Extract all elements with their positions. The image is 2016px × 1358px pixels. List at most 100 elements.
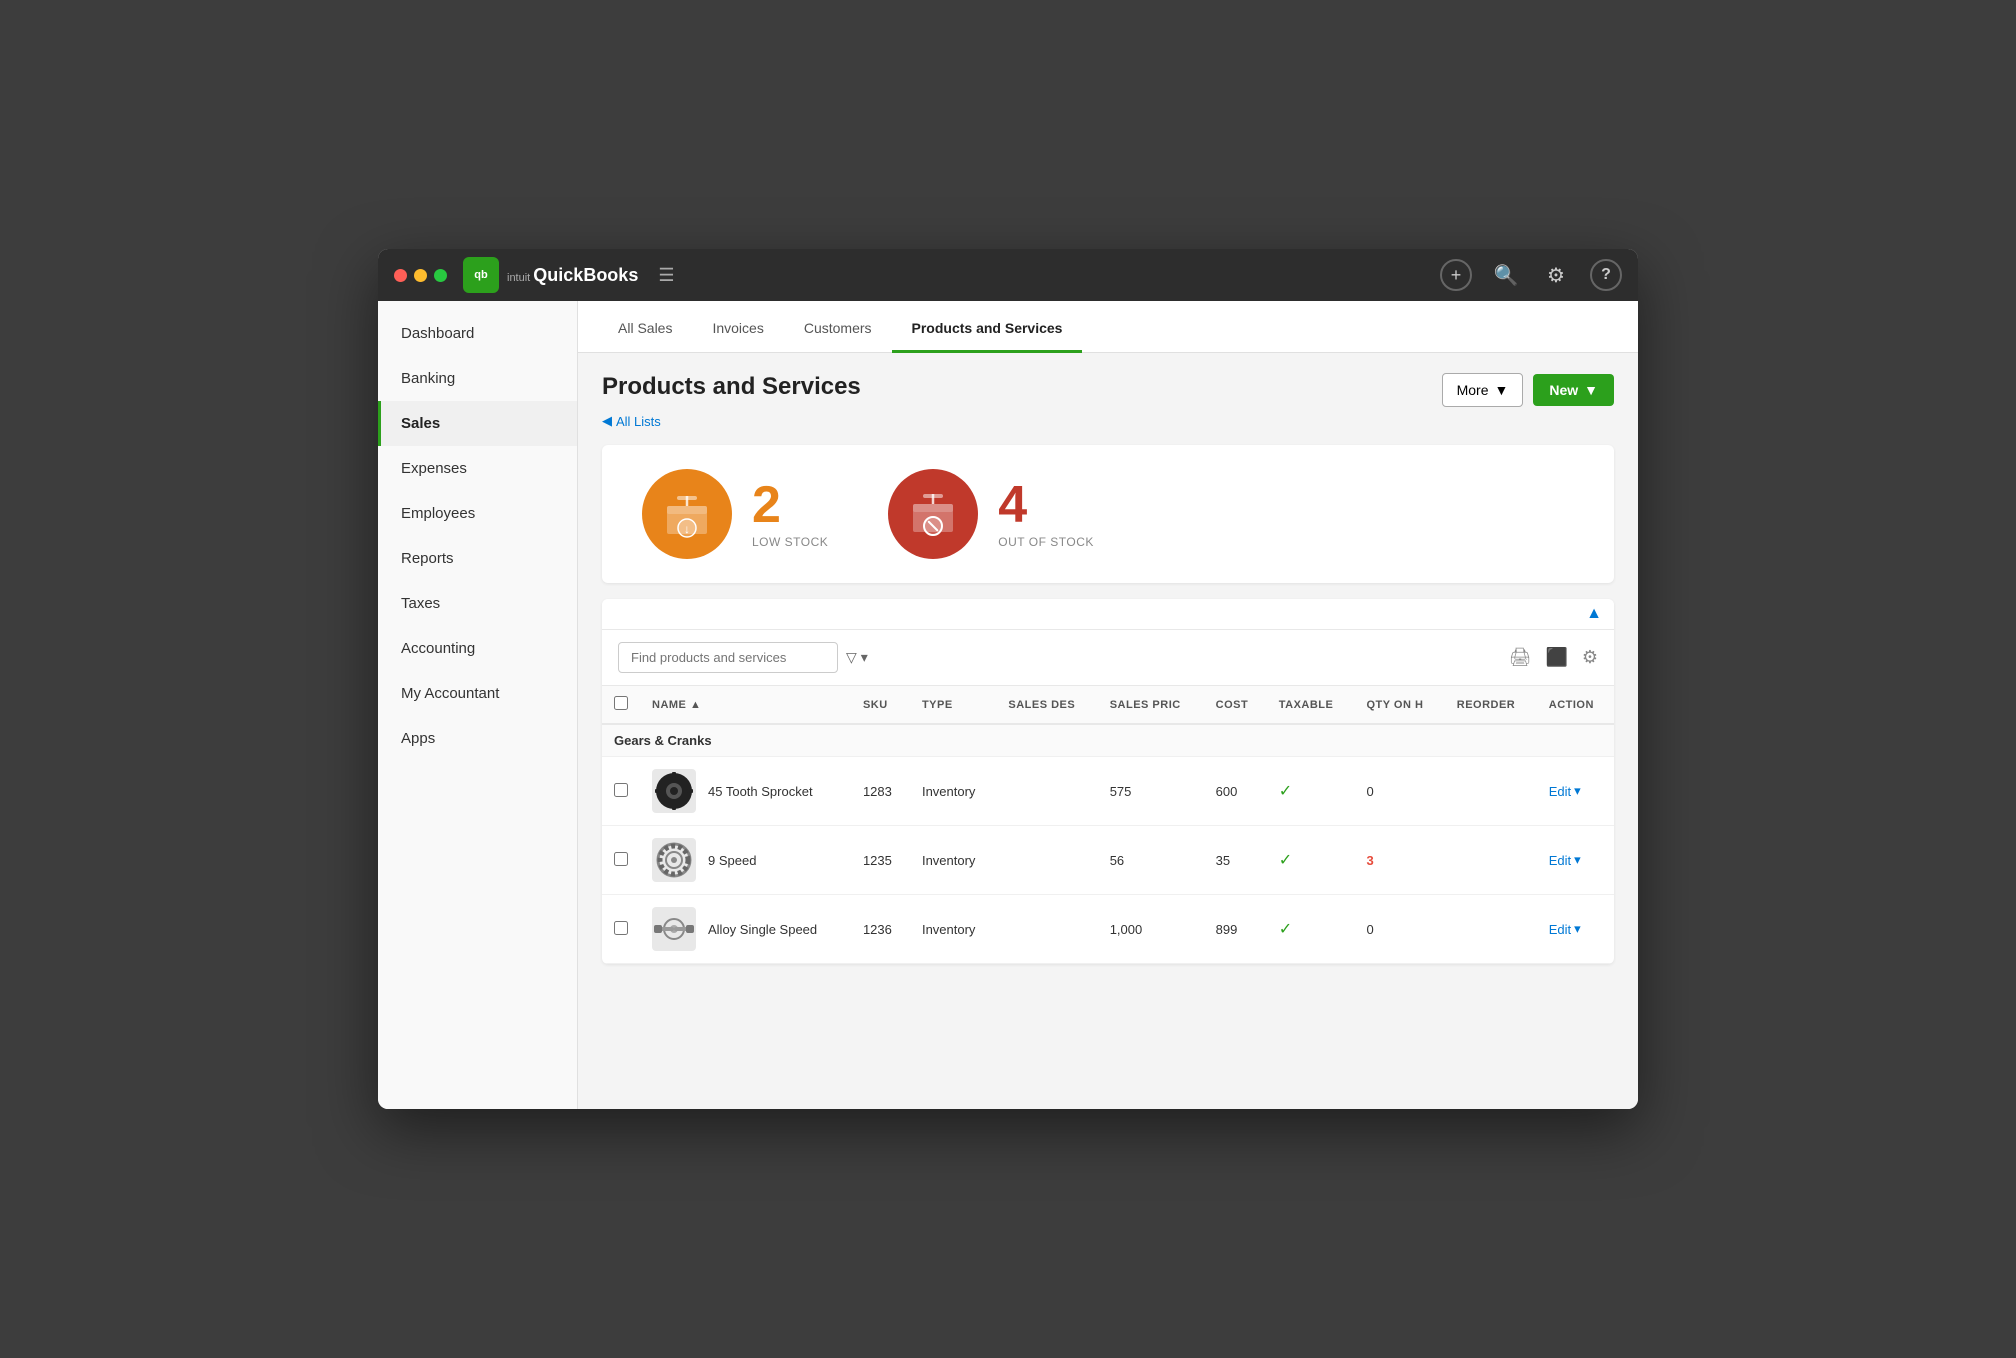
header-actions: More ▼ New ▼: [1442, 373, 1614, 407]
col-type[interactable]: TYPE: [910, 686, 996, 724]
print-icon[interactable]: 🖨: [1509, 647, 1532, 668]
reorder-cell: [1445, 895, 1537, 964]
sidebar-item-reports[interactable]: Reports: [378, 536, 577, 581]
group-name: Gears & Cranks: [602, 724, 1614, 757]
table-toolbar-left: ▽ ▾: [618, 642, 868, 673]
sidebar-item-apps[interactable]: Apps: [378, 716, 577, 761]
filter-dropdown-icon: ▾: [861, 649, 868, 666]
tab-products-and-services[interactable]: Products and Services: [892, 306, 1083, 353]
sku-cell: 1235: [851, 826, 910, 895]
sales-desc-cell: [996, 826, 1097, 895]
export-icon[interactable]: ⬛: [1545, 647, 1567, 668]
sales-price-cell: 1,000: [1098, 895, 1204, 964]
page-title: Products and Services: [602, 373, 861, 401]
edit-dropdown-icon: ▾: [1574, 921, 1581, 937]
select-all-header: [602, 686, 640, 724]
table-row: 9 Speed 1235 Inventory 56 35 ✓: [602, 826, 1614, 895]
traffic-lights: [394, 269, 447, 282]
qty-cell: 0: [1354, 895, 1444, 964]
stat-card-out-of-stock[interactable]: 4 OUT OF STOCK: [888, 469, 1094, 559]
tab-all-sales[interactable]: All Sales: [598, 306, 692, 353]
col-taxable[interactable]: TAXABLE: [1267, 686, 1355, 724]
sidebar-item-banking[interactable]: Banking: [378, 356, 577, 401]
stat-card-low-stock[interactable]: ↓ 2 LOW STOCK: [642, 469, 828, 559]
low-stock-svg: ↓: [659, 486, 715, 542]
help-icon[interactable]: ?: [1590, 259, 1622, 291]
low-stock-info: 2 LOW STOCK: [752, 479, 828, 549]
table-toolbar: ▽ ▾ 🖨 ⬛ ⚙: [602, 630, 1614, 686]
taxable-check: ✓: [1279, 852, 1292, 869]
select-all-checkbox[interactable]: [614, 696, 628, 710]
col-reorder[interactable]: REORDER: [1445, 686, 1537, 724]
logo-area: qb intuit QuickBooks ☰: [463, 257, 1440, 293]
edit-button[interactable]: Edit ▾: [1549, 783, 1602, 799]
page-header: Products and Services More ▼ New ▼: [602, 373, 1614, 407]
taxable-cell: ✓: [1267, 895, 1355, 964]
low-stock-icon: ↓: [642, 469, 732, 559]
page-content-area: Products and Services More ▼ New ▼: [578, 353, 1638, 1109]
more-dropdown-icon: ▼: [1494, 382, 1508, 398]
settings-icon[interactable]: ⚙: [1540, 259, 1572, 291]
sidebar-item-accounting[interactable]: Accounting: [378, 626, 577, 671]
sidebar-item-dashboard[interactable]: Dashboard: [378, 311, 577, 356]
sales-price-cell: 575: [1098, 757, 1204, 826]
all-lists-link[interactable]: ◀ All Lists: [602, 413, 1614, 429]
sidebar-item-expenses[interactable]: Expenses: [378, 446, 577, 491]
products-table: NAME ▲ SKU TYPE SALES DES SALES PRIC COS…: [602, 686, 1614, 964]
collapse-bar: ▲: [602, 599, 1614, 630]
qty-cell: 3: [1354, 826, 1444, 895]
col-name[interactable]: NAME ▲: [640, 686, 851, 724]
reorder-cell: [1445, 757, 1537, 826]
crankset-svg: [652, 915, 696, 943]
row-checkbox[interactable]: [614, 852, 628, 866]
gear-svg: [654, 840, 694, 880]
tab-bar: All Sales Invoices Customers Products an…: [578, 301, 1638, 353]
col-action[interactable]: ACTION: [1537, 686, 1614, 724]
tab-customers[interactable]: Customers: [784, 306, 892, 353]
sales-price-cell: 56: [1098, 826, 1204, 895]
sidebar-item-sales[interactable]: Sales: [378, 401, 577, 446]
edit-button[interactable]: Edit ▾: [1549, 852, 1602, 868]
taxable-cell: ✓: [1267, 757, 1355, 826]
col-sales-desc[interactable]: SALES DES: [996, 686, 1097, 724]
col-cost[interactable]: COST: [1204, 686, 1267, 724]
col-sales-price[interactable]: SALES PRIC: [1098, 686, 1204, 724]
new-button[interactable]: New ▼: [1533, 374, 1614, 406]
minimize-button[interactable]: [414, 269, 427, 282]
table-settings-icon[interactable]: ⚙: [1582, 647, 1598, 668]
product-name-cell: 9 Speed: [640, 826, 851, 895]
more-button[interactable]: More ▼: [1442, 373, 1524, 407]
edit-button[interactable]: Edit ▾: [1549, 921, 1602, 937]
row-checkbox-cell: [602, 895, 640, 964]
products-table-section: ▲ ▽ ▾ 🖨 ⬛: [602, 599, 1614, 964]
add-icon[interactable]: +: [1440, 259, 1472, 291]
app-window: qb intuit QuickBooks ☰ + 🔍 ⚙ ? Dashboard…: [378, 249, 1638, 1109]
close-button[interactable]: [394, 269, 407, 282]
row-checkbox[interactable]: [614, 783, 628, 797]
qty-cell: 0: [1354, 757, 1444, 826]
table-header: NAME ▲ SKU TYPE SALES DES SALES PRIC COS…: [602, 686, 1614, 724]
sidebar-item-employees[interactable]: Employees: [378, 491, 577, 536]
out-of-stock-info: 4 OUT OF STOCK: [998, 479, 1094, 549]
search-input[interactable]: [618, 642, 838, 673]
collapse-icon[interactable]: ▲: [1586, 605, 1602, 623]
type-cell: Inventory: [910, 757, 996, 826]
sidebar-item-taxes[interactable]: Taxes: [378, 581, 577, 626]
search-icon[interactable]: 🔍: [1490, 259, 1522, 291]
sidebar-item-my-accountant[interactable]: My Accountant: [378, 671, 577, 716]
sort-asc-icon: ▲: [690, 699, 701, 711]
out-of-stock-svg: [905, 486, 961, 542]
filter-button[interactable]: ▽ ▾: [846, 649, 868, 666]
taxable-cell: ✓: [1267, 826, 1355, 895]
svg-text:↓: ↓: [684, 522, 690, 536]
hamburger-icon[interactable]: ☰: [658, 265, 674, 286]
sidebar: Dashboard Banking Sales Expenses Employe…: [378, 301, 578, 1109]
col-sku[interactable]: SKU: [851, 686, 910, 724]
main-layout: Dashboard Banking Sales Expenses Employe…: [378, 301, 1638, 1109]
col-qty-on-hand[interactable]: QTY ON H: [1354, 686, 1444, 724]
cost-cell: 899: [1204, 895, 1267, 964]
tab-invoices[interactable]: Invoices: [692, 306, 783, 353]
cost-cell: 35: [1204, 826, 1267, 895]
row-checkbox[interactable]: [614, 921, 628, 935]
maximize-button[interactable]: [434, 269, 447, 282]
